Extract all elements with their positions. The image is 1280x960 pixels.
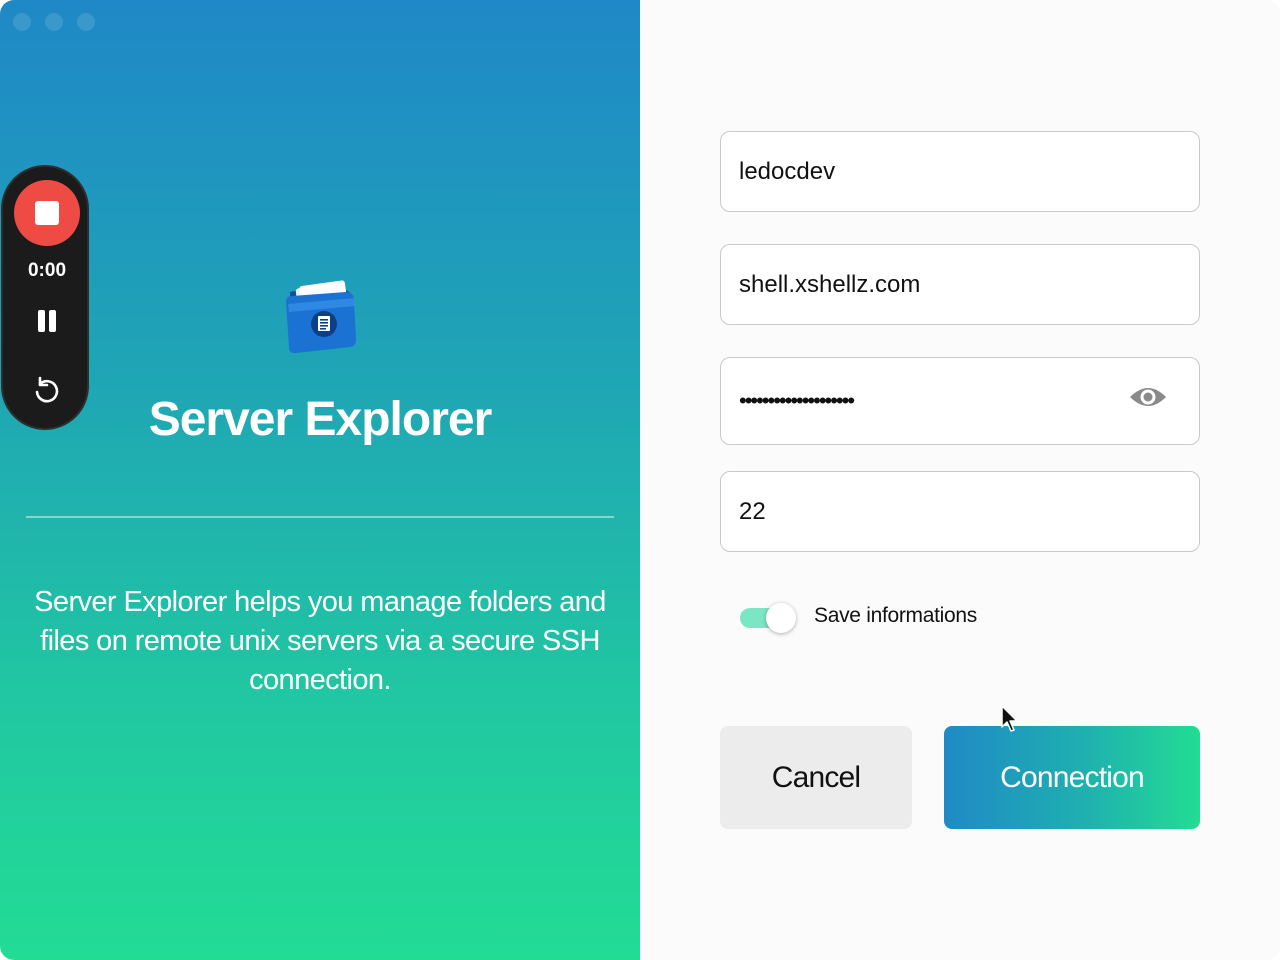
save-info-toggle[interactable] bbox=[740, 602, 798, 633]
app-description: Server Explorer helps you manage folders… bbox=[34, 586, 606, 696]
stop-recording-button[interactable] bbox=[14, 180, 80, 246]
cancel-button[interactable]: Cancel bbox=[720, 726, 912, 829]
restart-icon[interactable] bbox=[31, 375, 63, 407]
username-input[interactable] bbox=[739, 132, 1119, 211]
password-input[interactable] bbox=[739, 358, 1119, 444]
minimize-window-button[interactable] bbox=[45, 13, 63, 31]
password-field[interactable] bbox=[720, 357, 1200, 445]
left-panel: Server Explorer Server Explorer helps yo… bbox=[0, 0, 640, 960]
app-title: Server Explorer bbox=[148, 393, 493, 446]
host-field[interactable] bbox=[720, 244, 1200, 325]
save-info-label: Save informations bbox=[814, 604, 977, 627]
username-field[interactable] bbox=[720, 131, 1200, 212]
host-input[interactable] bbox=[739, 245, 1119, 324]
port-input[interactable] bbox=[739, 472, 1119, 551]
screen-recorder-widget: 0:00 bbox=[1, 165, 89, 430]
recording-timer: 0:00 bbox=[27, 260, 67, 281]
zoom-window-button[interactable] bbox=[77, 13, 95, 31]
port-field[interactable] bbox=[720, 471, 1200, 552]
stop-icon bbox=[35, 201, 59, 225]
app-window: Server Explorer Server Explorer helps yo… bbox=[0, 0, 1280, 960]
divider bbox=[26, 516, 614, 518]
eye-icon[interactable] bbox=[1129, 383, 1167, 411]
connection-button[interactable]: Connection bbox=[944, 726, 1200, 829]
folder-document-icon bbox=[286, 280, 356, 354]
mouse-cursor-icon bbox=[1001, 705, 1018, 732]
close-window-button[interactable] bbox=[13, 13, 31, 31]
login-form-panel: Save informations Cancel Connection bbox=[640, 0, 1280, 960]
toggle-knob bbox=[766, 603, 796, 633]
pause-icon[interactable] bbox=[35, 309, 59, 333]
